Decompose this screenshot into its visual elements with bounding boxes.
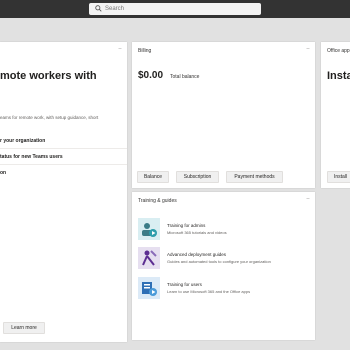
- remote-workers-card: ··· mote workers with eams for remote wo…: [0, 42, 127, 342]
- learn-more-button[interactable]: Learn more: [3, 322, 45, 334]
- list-item[interactable]: tatus for new Teams users: [0, 154, 63, 160]
- office-apps-heading: Insta: [327, 70, 350, 82]
- training-for-users-item[interactable]: Training for users Learn to use Microsof…: [138, 277, 308, 301]
- card-title: Office app: [327, 48, 350, 54]
- card-description: eams for remote work, with setup guidanc…: [0, 115, 99, 120]
- subscription-button[interactable]: Subscription: [176, 171, 219, 183]
- item-title: Training for admins: [167, 223, 206, 228]
- training-for-admins-item[interactable]: Training for admins Microsoft 365 tutori…: [138, 218, 308, 242]
- item-subtitle: Guides and automated tools to configure …: [167, 259, 271, 264]
- balance-button[interactable]: Balance: [137, 171, 169, 183]
- item-subtitle: Learn to use Microsoft 365 and the Offic…: [167, 289, 251, 294]
- office-apps-card: Office app Insta Install: [321, 42, 350, 188]
- payment-methods-button[interactable]: Payment methods: [226, 171, 283, 183]
- top-bar: Search: [0, 0, 350, 18]
- deployment-guides-icon: [138, 247, 160, 269]
- more-options-icon[interactable]: ···: [118, 46, 122, 52]
- card-heading: mote workers with: [0, 70, 97, 82]
- divider: [0, 148, 127, 149]
- search-placeholder: Search: [105, 6, 125, 12]
- training-guides-card: Training & guides ··· Training for admin…: [132, 192, 315, 340]
- total-balance-label: Total balance: [170, 74, 200, 80]
- advanced-deployment-guides-item[interactable]: Advanced deployment guides Guides and au…: [138, 247, 308, 271]
- admin-training-icon: [138, 218, 160, 240]
- list-item[interactable]: r your organization: [0, 138, 45, 144]
- search-icon: [95, 5, 102, 12]
- install-button[interactable]: Install: [327, 171, 350, 183]
- search-box[interactable]: Search: [89, 3, 261, 15]
- list-item[interactable]: on: [0, 170, 6, 176]
- user-training-icon: [138, 277, 160, 299]
- item-subtitle: Microsoft 365 tutorials and videos: [167, 230, 227, 235]
- total-balance-amount: $0.00: [138, 70, 164, 81]
- item-title: Training for users: [167, 282, 202, 287]
- billing-card: Billing ··· $0.00 Total balance Balance …: [132, 42, 315, 188]
- item-title: Advanced deployment guides: [167, 252, 227, 257]
- card-title: Training & guides: [138, 198, 177, 204]
- more-options-icon[interactable]: ···: [306, 196, 310, 202]
- more-options-icon[interactable]: ···: [306, 46, 310, 52]
- divider: [0, 164, 127, 165]
- card-title: Billing: [138, 48, 152, 54]
